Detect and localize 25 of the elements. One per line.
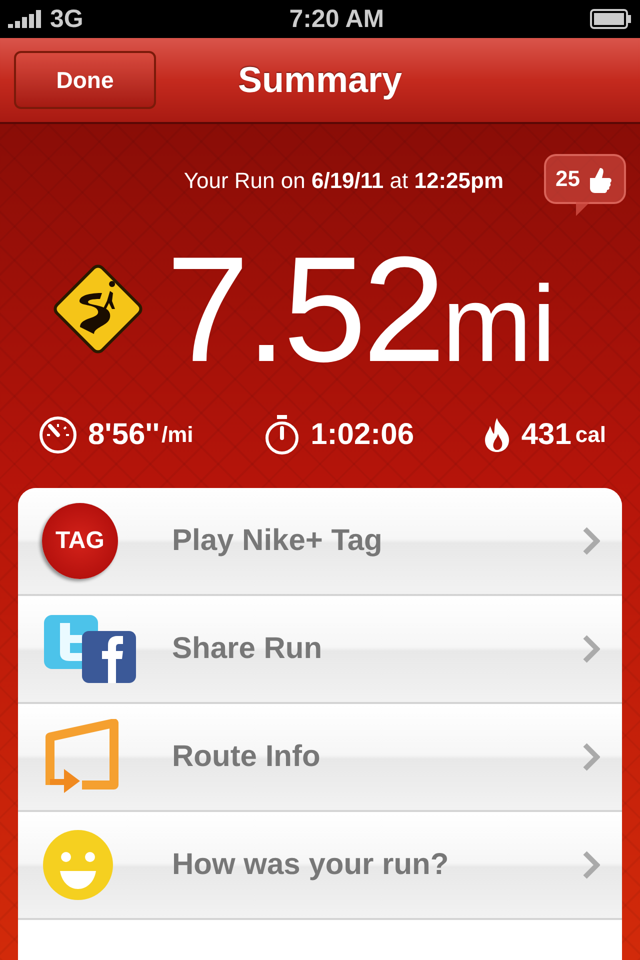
chevron-icon [582,634,600,664]
stat-value: 431 [521,418,572,452]
smiley-icon [42,829,114,901]
distance-value: 7.52 [166,234,442,384]
clock: 7:20 AM [289,4,384,34]
battery-icon [590,9,632,29]
chevron-icon [582,742,600,772]
menu-row[interactable]: TAG Play Nike+ Tag [18,488,622,596]
stat-value: 1:02:06 [310,418,414,452]
signal-icon [8,10,44,28]
screen-title: Summary [238,59,402,101]
chevron-icon [582,850,600,880]
social-share-icon [42,613,138,685]
done-button[interactable]: Done [14,51,156,109]
stat-unit: cal [575,422,606,448]
distance-unit: mi [442,270,556,378]
run-date-caption: Your Run on 6/19/11 at 12:25pm [184,168,504,194]
chevron-icon [582,526,600,556]
network-label: 3G [50,4,84,34]
tag-badge-icon: TAG [42,503,118,579]
speedometer-icon [38,415,78,455]
stat-unit: /mi [161,422,194,448]
stopwatch-icon [262,414,301,456]
stat-value: 8'56'' [88,418,160,452]
flame-icon [483,417,512,453]
